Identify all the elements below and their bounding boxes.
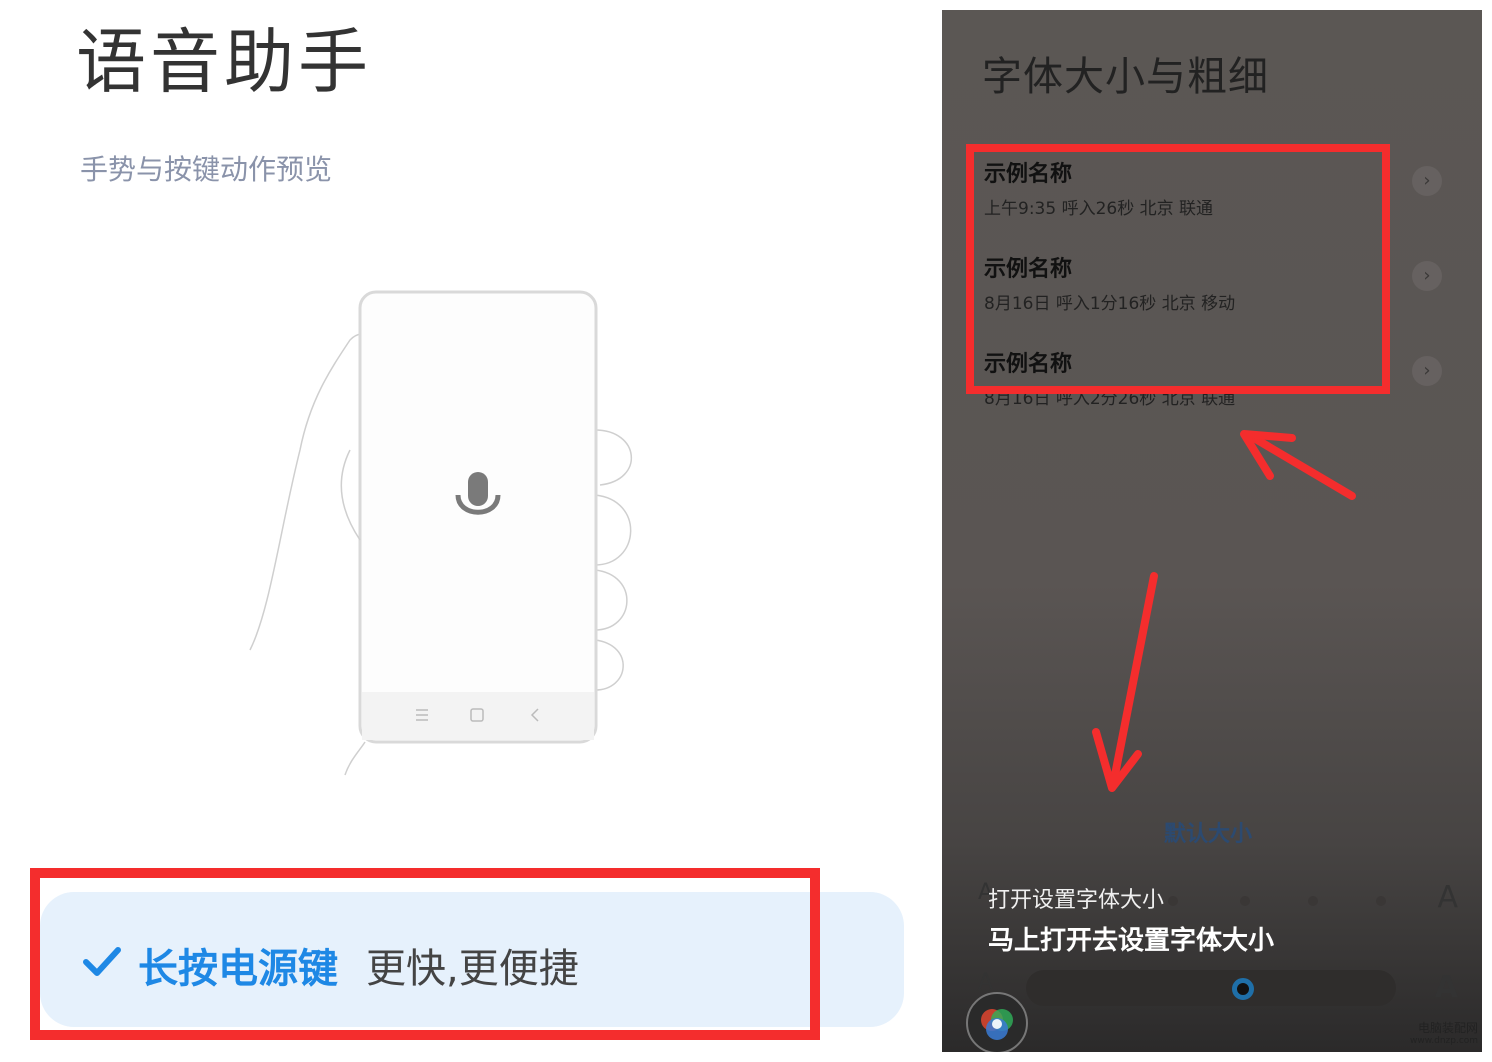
chevron-right-icon[interactable]: ›	[1412, 166, 1442, 196]
slider-knob[interactable]	[1232, 978, 1254, 1000]
default-size-label[interactable]: 默认大小	[1164, 816, 1252, 848]
section-subtitle: 手势与按键动作预览	[80, 153, 333, 186]
highlight-box-left	[30, 868, 820, 1040]
phone-body	[358, 290, 598, 744]
watermark-line1: 电脑装配网	[1418, 1021, 1479, 1035]
font-size-panel: 字体大小与粗细 示例名称 上午9:35 呼入26秒 北京 联通 › 示例名称 8…	[942, 10, 1482, 1052]
large-a-label: A	[1437, 880, 1458, 915]
finger-3	[594, 569, 628, 631]
finger-1	[594, 429, 632, 486]
screenshot-collage: 语音助手 手势与按键动作预览 长按电源键 更快,更便捷 字体大小与粗细 示例名称…	[0, 0, 1492, 1062]
finger-4	[594, 639, 624, 691]
assistant-answer-text: 马上打开去设置字体大小	[988, 926, 1275, 956]
page-title: 语音助手	[76, 21, 372, 103]
slider-stop[interactable]	[1376, 896, 1386, 906]
font-size-slider[interactable]: A A	[978, 970, 1458, 1010]
page-title-right: 字体大小与粗细	[982, 54, 1269, 100]
watermark: 电脑装配网 www.dnzp.com	[1410, 1022, 1478, 1048]
slider-stop[interactable]	[1308, 896, 1318, 906]
voice-assistant-orb-icon[interactable]	[964, 990, 1030, 1052]
phone-hand-illustration	[249, 290, 632, 776]
hand-outline	[249, 333, 374, 651]
highlight-box-right	[966, 144, 1390, 394]
large-a-label: A	[1434, 970, 1458, 1005]
thumb-outline	[340, 449, 361, 541]
phone-nav-bar	[362, 692, 594, 740]
arrow-down-icon	[1092, 572, 1158, 792]
finger-2	[594, 494, 632, 566]
chevron-right-icon[interactable]: ›	[1412, 261, 1442, 291]
arrow-up-left-icon	[1240, 430, 1356, 500]
microphone-icon	[468, 472, 488, 506]
slider-stop[interactable]	[1240, 896, 1250, 906]
voice-assistant-panel: 语音助手 手势与按键动作预览 长按电源键 更快,更便捷	[0, 0, 930, 1062]
chevron-right-icon[interactable]: ›	[1412, 356, 1442, 386]
slider-stop[interactable]	[1168, 896, 1178, 906]
assistant-query-text: 打开设置字体大小	[988, 888, 1165, 913]
watermark-line2: www.dnzp.com	[1410, 1036, 1479, 1046]
slider-track[interactable]	[1026, 970, 1396, 1006]
